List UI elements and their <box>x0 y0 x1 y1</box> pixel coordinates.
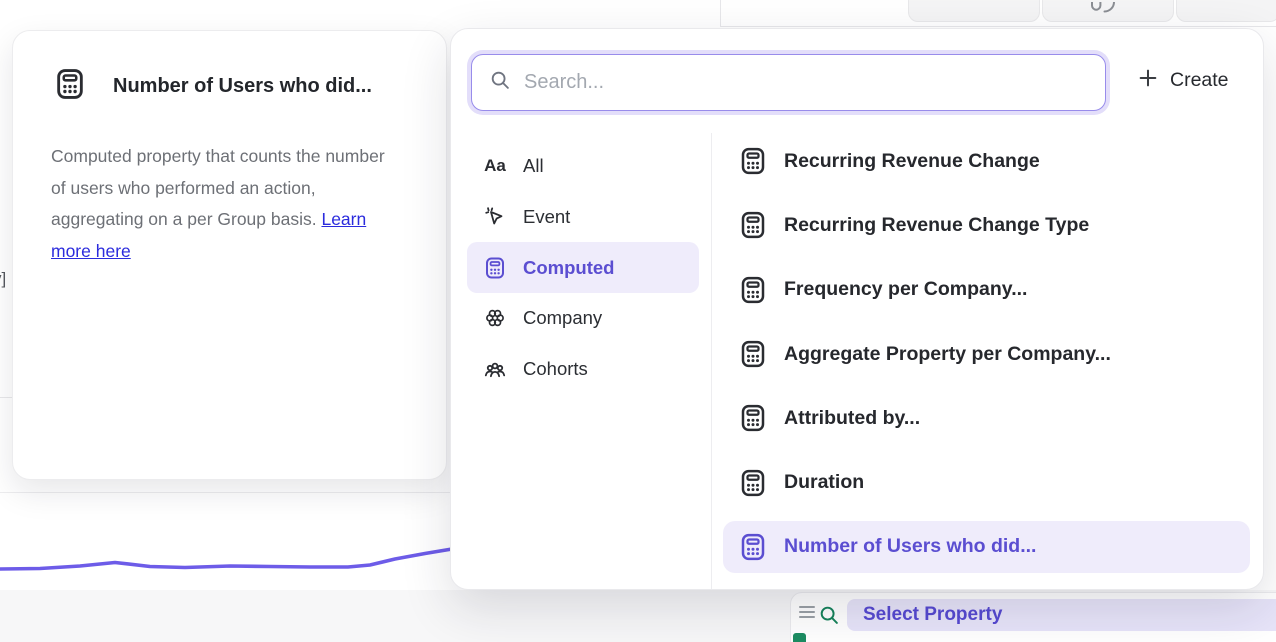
property-item[interactable]: Recurring Revenue Change <box>723 129 1250 193</box>
property-item[interactable]: Duration <box>723 450 1250 514</box>
search-input[interactable] <box>524 71 1105 94</box>
calculator-icon <box>53 67 87 106</box>
calculator-icon <box>738 532 768 562</box>
property-item[interactable]: Aggregate Property per Company... <box>723 322 1250 386</box>
property-item-label: Recurring Revenue Change Type <box>784 214 1089 237</box>
category-list: Aa All Event Computed Company Cohorts <box>467 141 699 394</box>
tabbar-border <box>720 26 1276 27</box>
category-item-cohorts[interactable]: Cohorts <box>467 344 699 395</box>
property-item-label: Frequency per Company... <box>784 278 1027 301</box>
text-aa-icon: Aa <box>482 156 508 176</box>
property-item-label: Aggregate Property per Company... <box>784 343 1111 366</box>
select-property-field[interactable]: Select Property <box>847 599 1276 631</box>
plus-icon <box>1137 67 1159 94</box>
calculator-icon <box>738 468 768 498</box>
calculator-icon <box>482 256 508 280</box>
tab-metric-calculator[interactable] <box>770 0 906 22</box>
property-list: Recurring Revenue Change Recurring Reven… <box>723 129 1250 573</box>
property-item-label: Number of Users who did... <box>784 535 1036 558</box>
app-background: Sep 3Sep 5Sep 7Sep 9Sep 11Sep 13Sep 15 v… <box>0 0 1276 642</box>
clipped-text-fragment: v] <box>0 269 6 289</box>
category-label: Computed <box>523 257 614 279</box>
category-item-computed[interactable]: Computed <box>467 242 699 293</box>
metric-config-panel: Select Property <box>790 592 1276 642</box>
panel-divider <box>711 133 712 589</box>
create-button-label: Create <box>1170 69 1229 92</box>
select-property-label: Select Property <box>863 604 1002 626</box>
chart-line-series <box>0 549 452 569</box>
clipped-event-icon <box>793 633 806 642</box>
property-item-label: Attributed by... <box>784 407 920 430</box>
calculator-icon <box>738 210 768 240</box>
category-label: Event <box>523 206 570 228</box>
divider <box>0 397 12 398</box>
property-item-label: Duration <box>784 471 864 494</box>
tab-retention[interactable] <box>1042 0 1174 22</box>
green-search-icon <box>818 604 840 631</box>
company-icon <box>482 306 508 330</box>
category-label: All <box>523 155 544 177</box>
property-item-label: Recurring Revenue Change <box>784 150 1040 173</box>
card-title: Number of Users who did... <box>113 75 372 98</box>
create-button[interactable]: Create <box>1137 67 1229 94</box>
calculator-icon <box>738 403 768 433</box>
category-label: Company <box>523 307 602 329</box>
category-item-event[interactable]: Event <box>467 192 699 243</box>
search-field[interactable] <box>471 54 1106 111</box>
property-picker-panel: Create Aa All Event Computed Company Coh… <box>450 28 1264 590</box>
divider <box>0 492 450 493</box>
category-item-company[interactable]: Company <box>467 293 699 344</box>
property-item[interactable]: Frequency per Company... <box>723 258 1250 322</box>
content-divider <box>720 0 721 27</box>
calculator-icon <box>738 146 768 176</box>
tab-funnel[interactable] <box>1176 0 1276 22</box>
event-cursor-icon <box>482 205 508 229</box>
category-label: Cohorts <box>523 358 588 380</box>
cohorts-icon <box>482 357 508 381</box>
card-description: Computed property that counts the number… <box>51 141 403 267</box>
retention-tab-icon <box>1089 1 1117 19</box>
search-icon <box>489 69 511 96</box>
drag-handle-icon[interactable] <box>799 603 815 617</box>
category-item-all[interactable]: Aa All <box>467 141 699 192</box>
calculator-icon <box>738 339 768 369</box>
property-info-card: Number of Users who did... Computed prop… <box>12 30 447 480</box>
tab-bar-chart[interactable] <box>908 0 1040 22</box>
property-item[interactable]: Attributed by... <box>723 386 1250 450</box>
property-item[interactable]: Recurring Revenue Change Type <box>723 193 1250 257</box>
property-item[interactable]: Number of Users who did... <box>723 521 1250 573</box>
calculator-icon <box>738 275 768 305</box>
